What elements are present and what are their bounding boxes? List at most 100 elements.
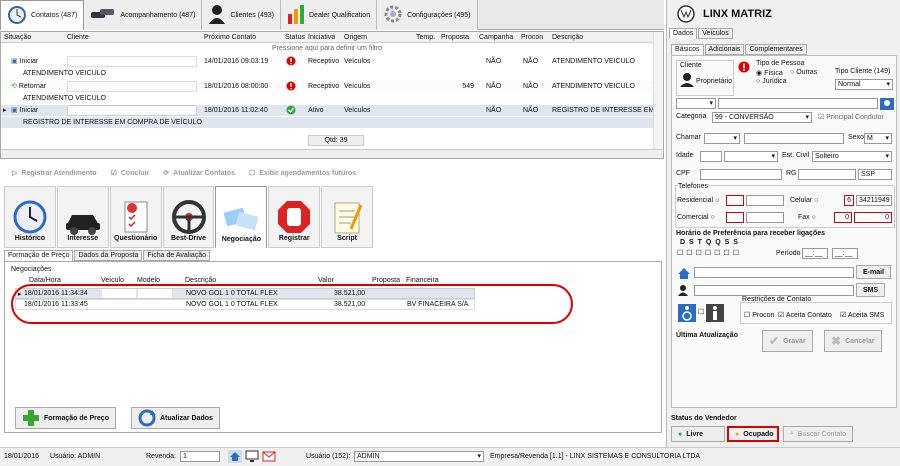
- cpf-input[interactable]: [700, 169, 782, 180]
- table-row-selected[interactable]: ▸ ▣ Iniciar 18/01/2016 11:02:40 Ativo Ve…: [1, 105, 654, 116]
- col-data-hora[interactable]: Data/Hora: [29, 277, 61, 284]
- celular-ddd-input[interactable]: 6: [844, 195, 854, 206]
- fax-radio[interactable]: Fax ○: [798, 214, 816, 221]
- col-veiculo[interactable]: Veículo: [101, 277, 124, 284]
- usuario-select[interactable]: ADMIN: [354, 451, 484, 462]
- mail-icon[interactable]: [262, 450, 276, 465]
- sexo-select[interactable]: M: [864, 133, 892, 144]
- idade-unit-select[interactable]: [724, 151, 778, 162]
- atualizar-dados-button[interactable]: Atualizar Dados: [131, 407, 220, 429]
- client-search-icon[interactable]: [880, 98, 894, 112]
- filter-row[interactable]: Pressione aqui para definir um filtro: [1, 43, 653, 54]
- col-proposta[interactable]: Proposta: [441, 32, 469, 43]
- dias-checkboxes[interactable]: ☐☐☐☐☐☐☐: [677, 249, 742, 257]
- col-status[interactable]: Status: [285, 32, 305, 43]
- tab-best-drive[interactable]: Best-Drive: [162, 186, 215, 248]
- chamar-select[interactable]: [704, 133, 740, 144]
- col-procon[interactable]: Procon: [521, 32, 543, 43]
- tab-clientes[interactable]: Clientes (493): [202, 0, 281, 30]
- col-temp[interactable]: Temp.: [416, 32, 435, 43]
- tab-adicionais[interactable]: Adicionais: [704, 44, 745, 55]
- tab-negociacao[interactable]: Negociação: [215, 186, 268, 248]
- buscar-contato-button[interactable]: ⌕ Buscar Contato: [783, 426, 854, 442]
- email-button[interactable]: E-mail: [856, 265, 892, 279]
- tab-script[interactable]: Script: [321, 186, 374, 248]
- col-cliente[interactable]: Cliente: [67, 32, 89, 43]
- tab-contatos[interactable]: Contatos (487): [0, 0, 85, 30]
- col-iniciativa[interactable]: Iniciativa: [308, 32, 335, 43]
- email-input[interactable]: [694, 267, 854, 278]
- tab-veiculos[interactable]: Veículos: [698, 28, 733, 39]
- celular-number-input[interactable]: 34211949: [856, 195, 892, 206]
- tab-registrar[interactable]: Registrar: [268, 186, 321, 248]
- revenda-input[interactable]: 1: [180, 451, 220, 462]
- rg-input[interactable]: [798, 169, 856, 180]
- formacao-preco-button[interactable]: Formação de Preço: [15, 407, 116, 429]
- comercial-ddd-input[interactable]: [726, 212, 744, 223]
- tab-acompanhamento[interactable]: Acompanhamento (487): [84, 0, 203, 30]
- radio-fisica[interactable]: ◉ Física: [756, 69, 783, 77]
- atualizar-contatos-button[interactable]: ⟳ Atualizar Contatos: [163, 169, 235, 178]
- home-icon[interactable]: [228, 450, 242, 465]
- tab-formacao-preco[interactable]: Formação de Preço: [4, 250, 74, 261]
- tab-questionario[interactable]: Questionário: [109, 186, 162, 248]
- col-financeira[interactable]: Financeira: [406, 277, 439, 284]
- tab-dados-proposta[interactable]: Dados da Proposta: [74, 250, 143, 261]
- tab-interesse[interactable]: Interesse: [56, 186, 109, 248]
- tab-historico[interactable]: Histórico: [4, 186, 56, 248]
- col-campanha[interactable]: Campanha: [479, 32, 513, 43]
- horizontal-scrollbar[interactable]: [1, 149, 663, 158]
- concluir-button[interactable]: ☑ Concluir: [111, 169, 150, 178]
- chamar-input[interactable]: [744, 133, 844, 144]
- comercial-radio[interactable]: Comercial ○: [677, 214, 715, 221]
- col-proposta[interactable]: Proposta: [372, 277, 400, 284]
- ocupado-button[interactable]: ● Ocupado: [727, 426, 779, 442]
- categoria-select[interactable]: 99 - CONVERSÃO: [712, 112, 812, 123]
- col-descricao[interactable]: Descrição: [185, 277, 216, 284]
- monitor-icon[interactable]: [245, 450, 259, 465]
- tab-ficha-avaliacao[interactable]: Ficha de Avaliação: [143, 250, 211, 261]
- aceita-contato-checkbox[interactable]: ☑ Aceita Contato: [778, 311, 832, 319]
- vertical-scrollbar[interactable]: [653, 32, 663, 149]
- sms-button[interactable]: SMS: [856, 283, 886, 297]
- idade-input[interactable]: [700, 151, 722, 162]
- exibir-agendamentos-checkbox[interactable]: ☐ Exibir agendamentos futuros: [249, 169, 356, 178]
- tipo-cliente-select[interactable]: Normal: [835, 79, 893, 90]
- sms-input[interactable]: [694, 285, 854, 296]
- aceita-sms-checkbox[interactable]: ☑ Aceita SMS: [840, 311, 884, 319]
- ssp-input[interactable]: SSP: [858, 169, 892, 180]
- residencial-number-input[interactable]: [746, 195, 784, 206]
- celular-radio[interactable]: Celular ○: [790, 197, 818, 204]
- tab-basicos[interactable]: Básicos: [671, 44, 704, 55]
- tab-complementares[interactable]: Complementares: [745, 44, 807, 55]
- residencial-radio[interactable]: Residencial ○: [677, 197, 719, 204]
- col-situacao[interactable]: Situação: [4, 32, 31, 43]
- fax-number-input[interactable]: 0: [854, 212, 892, 223]
- periodo-start-input[interactable]: __:__: [802, 248, 828, 259]
- col-origem[interactable]: Origem: [344, 32, 367, 43]
- radio-juridica[interactable]: ○ Jurídica: [756, 78, 787, 85]
- tab-configuracoes[interactable]: Configurações (495): [377, 0, 478, 30]
- table-row[interactable]: ▣ Iniciar 14/01/2016 09:03:19 Receptivo …: [1, 56, 653, 67]
- radio-outras[interactable]: ○ Outras: [790, 69, 817, 76]
- procon-checkbox[interactable]: ☐ Procon: [744, 311, 774, 319]
- col-proximo[interactable]: Próximo Contato: [204, 32, 256, 43]
- periodo-end-input[interactable]: __:__: [832, 248, 858, 259]
- cliente-prefix-select[interactable]: [676, 98, 716, 109]
- residencial-ddd-input[interactable]: [726, 195, 744, 206]
- accessibility-checkbox[interactable]: ☐: [698, 308, 704, 316]
- livre-button[interactable]: ● Livre: [671, 426, 725, 442]
- fax-ddd-input[interactable]: 0: [834, 212, 852, 223]
- comercial-number-input[interactable]: [746, 212, 784, 223]
- registrar-atendimento-button[interactable]: ▷ Registrar Atendimento: [12, 169, 97, 178]
- table-row[interactable]: ⟲ Retornar 18/01/2016 08:00:00 Receptivo…: [1, 81, 653, 92]
- cliente-name-input[interactable]: [718, 98, 878, 109]
- gravar-button[interactable]: ✔ Gravar: [762, 330, 813, 352]
- tab-dealer-qualification[interactable]: Dealer Qualification: [281, 0, 378, 30]
- est-civil-select[interactable]: Solteiro: [812, 151, 892, 162]
- cancelar-button[interactable]: ✖ Cancelar: [824, 330, 882, 352]
- col-modelo[interactable]: Modelo: [137, 277, 160, 284]
- principal-condutor-checkbox[interactable]: ☑ Principal Condutor: [818, 113, 884, 121]
- tab-dados[interactable]: Dados: [669, 28, 698, 39]
- col-descricao[interactable]: Descrição: [552, 32, 583, 43]
